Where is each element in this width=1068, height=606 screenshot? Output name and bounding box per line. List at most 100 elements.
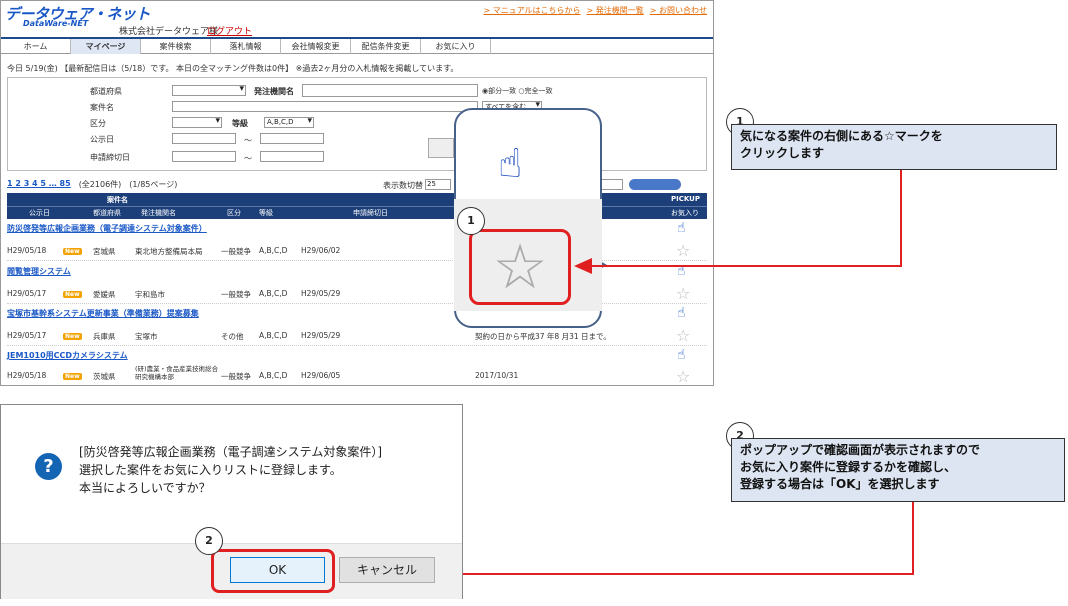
connector-1-v (900, 170, 902, 266)
search-button[interactable] (428, 138, 454, 158)
row-kubun: 一般競争 (221, 290, 251, 299)
step-1-marker-inner: 1 (457, 207, 485, 235)
dialog-line-2: 選択した案件をお気に入りリストに登録します。 (79, 463, 342, 477)
agency-input[interactable] (302, 84, 478, 97)
row-deadline: H29/05/29 (301, 289, 341, 298)
row-pref: 茨城県 (93, 372, 116, 381)
cancel-button[interactable]: キャンセル (339, 557, 435, 583)
per-page-select[interactable]: 25 (425, 179, 451, 190)
top-links: マニュアルはこちらから 発注機関一覧 お問い合わせ (483, 5, 707, 16)
tab-company[interactable]: 会社情報変更 (281, 39, 351, 54)
title-input[interactable] (172, 101, 478, 112)
row-title-1[interactable]: 閲覧管理システム (7, 266, 71, 277)
favorite-star-zoom-icon[interactable]: ☆ (469, 229, 571, 305)
dialog-line-1: [防災啓発等広報企画業務（電子調達システム対象案件）] (79, 445, 383, 459)
page-links[interactable]: 1 2 3 4 5 … 85 (7, 179, 71, 190)
step-2-marker-inner: 2 (195, 527, 223, 555)
th-deadline: 申請締切日 (353, 209, 388, 217)
kouji-from[interactable] (172, 133, 236, 144)
th-kubun: 区分 (227, 209, 241, 217)
row-grade: A,B,C,D (259, 246, 288, 255)
row-title-0[interactable]: 防災啓発等広報企画業務（電子調達システム対象案件） (7, 223, 207, 234)
th-grade: 等級 (259, 209, 273, 217)
row-extra: 契約の日から平成37 年8 月31 日まで。 (475, 332, 611, 341)
tab-search[interactable]: 案件検索 (141, 39, 211, 54)
tab-mypage[interactable]: マイページ (71, 39, 141, 54)
tilde-1: ～ (244, 136, 252, 145)
favorite-star-icon[interactable]: ☆ (676, 326, 690, 345)
th-fav: お気入り (671, 209, 699, 217)
website-screenshot: データウェア・ネット DataWare-NET 株式会社データウェア様 ログアウ… (0, 0, 714, 386)
ok-highlight (211, 549, 335, 593)
label-pref: 都道府県 (90, 87, 122, 96)
pickup-icon[interactable]: ☝ (677, 220, 686, 236)
row-agency: 東北地方整備局本局 (135, 247, 203, 256)
row-extra: 2017/10/31 (475, 371, 519, 380)
pref-select[interactable] (172, 84, 246, 96)
info-line: 今日 5/19(金) 【最新配信日は（5/18）です。 本日の全マッチング件数は… (7, 64, 459, 73)
question-icon: ? (35, 453, 62, 480)
row-title-2[interactable]: 宝塚市基幹系システム更新事業（準備業務）提案募集 (7, 308, 199, 319)
step-2-text-b: お気に入り案件に登録するかを確認し、 (740, 460, 957, 474)
kubun-select[interactable] (172, 116, 222, 128)
row-kubun: 一般競争 (221, 372, 251, 381)
step-1-text-a: 気になる案件の右側にある☆マークを (740, 129, 943, 143)
label-deadline: 申請締切日 (90, 153, 130, 162)
pager: 1 2 3 4 5 … 85 (全2106件) (1/85ページ) (7, 179, 177, 190)
search-form: 都道府県 発注機関名 ◉部分一致 ○完全一致 案件名 すべてを含む 区分 等級 … (7, 77, 707, 171)
kouji-to[interactable] (260, 133, 324, 144)
th-kouji: 公示日 (29, 209, 50, 217)
th-pref: 都道府県 (93, 209, 121, 217)
favorite-star-icon[interactable]: ☆ (676, 367, 690, 385)
row-deadline: H29/06/05 (301, 371, 341, 380)
row-title-3[interactable]: JEM1010用CCDカメラシステム (7, 350, 128, 361)
table-header: 案件名 PICKUP 公示日 都道府県 発注機関名 区分 等級 申請締切日 お気… (7, 193, 707, 219)
pickup-icon[interactable]: ☝ (677, 347, 686, 363)
table-row: H29/05/17 New 愛媛県 宇和島市 一般競争 A,B,C,D H29/… (7, 289, 340, 300)
label-title: 案件名 (90, 103, 114, 112)
favorite-star-icon[interactable]: ☆ (676, 241, 690, 260)
new-badge: New (63, 333, 82, 340)
table-row: H29/05/18 New 茨城県 (研)農業・食品産業技術総合研究機構本部 一… (7, 365, 519, 382)
connector-2-v (912, 502, 914, 574)
tab-favorites[interactable]: お気に入り (421, 39, 491, 54)
confirm-dialog: ? [防災啓発等広報企画業務（電子調達システム対象案件）] 選択した案件をお気に… (0, 404, 463, 599)
clear-button[interactable] (599, 179, 623, 190)
row-agency: (研)農業・食品産業技術総合研究機構本部 (135, 365, 219, 381)
deadline-from[interactable] (172, 151, 236, 162)
agency-list-link[interactable]: 発注機関一覧 (587, 5, 644, 16)
main-tabs: ホーム マイページ 案件検索 落札情報 会社情報変更 配信条件変更 お気に入り (1, 37, 713, 54)
row-agency: 宇和島市 (135, 290, 165, 299)
favorite-star-icon[interactable]: ☆ (676, 284, 690, 303)
pickup-search-button[interactable] (629, 179, 681, 190)
row-date: H29/05/18 (7, 246, 47, 255)
step-1-text-b: クリックします (740, 146, 825, 160)
deadline-to[interactable] (260, 151, 324, 162)
tab-home[interactable]: ホーム (1, 39, 71, 54)
table-row: H29/05/18 New 宮城県 東北地方整備局本局 一般競争 A,B,C,D… (7, 246, 340, 257)
step-2-text-c: 登録する場合は「OK」を選択します (740, 477, 940, 491)
row-date: H29/05/18 (7, 371, 47, 380)
grade-select[interactable]: A,B,C,D (264, 116, 314, 128)
match-options[interactable]: ◉部分一致 ○完全一致 (482, 86, 552, 96)
row-kubun: 一般競争 (221, 247, 251, 256)
manual-link[interactable]: マニュアルはこちらから (483, 5, 581, 16)
row-grade: A,B,C,D (259, 289, 288, 298)
dialog-line-3: 本当によろしいですか？ (79, 481, 211, 495)
contact-link[interactable]: お問い合わせ (650, 5, 707, 16)
row-date: H29/05/17 (7, 289, 47, 298)
th-agency: 発注機関名 (141, 209, 176, 217)
tab-delivery[interactable]: 配信条件変更 (351, 39, 421, 54)
row-deadline: H29/05/29 (301, 331, 341, 340)
logout-link[interactable]: ログアウト (207, 24, 252, 37)
company-name: 株式会社データウェア様 (119, 27, 219, 37)
row-grade: A,B,C,D (259, 331, 288, 340)
pickup-icon[interactable]: ☝ (677, 305, 686, 321)
row-pref: 宮城県 (93, 247, 116, 256)
label-agency: 発注機関名 (254, 87, 294, 96)
label-grade: 等級 (232, 119, 248, 128)
arrow-1-head (574, 258, 592, 274)
tab-awards[interactable]: 落札情報 (211, 39, 281, 54)
page-of: (1/85ページ) (129, 180, 178, 189)
connector-1-h (592, 265, 902, 267)
